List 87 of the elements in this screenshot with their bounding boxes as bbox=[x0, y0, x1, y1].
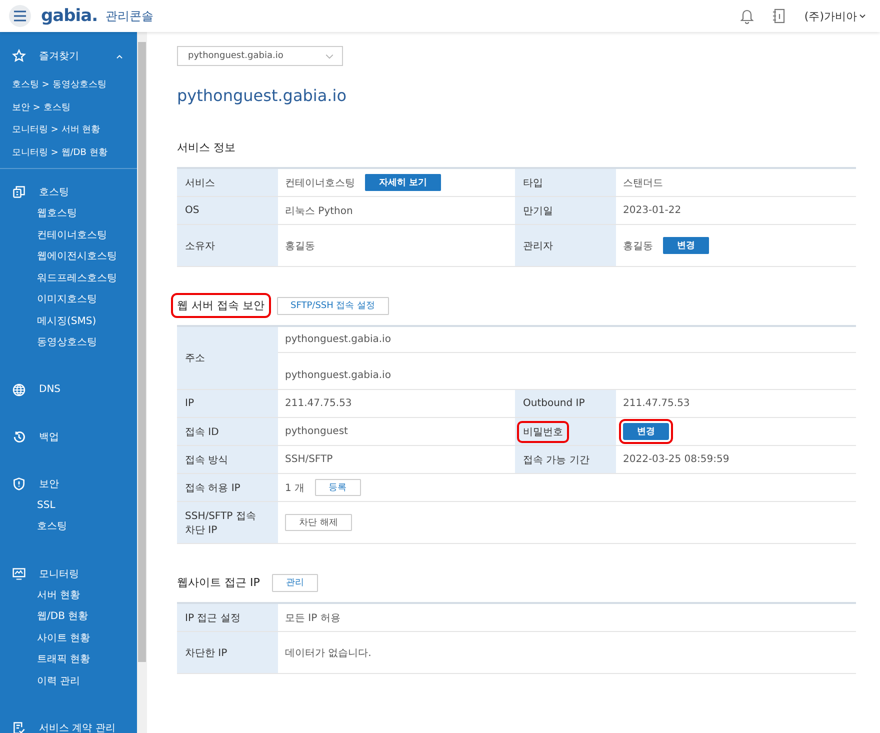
sidebar-item[interactable]: 동영상호스팅 bbox=[0, 332, 137, 354]
action-button[interactable]: 자세히 보기 bbox=[365, 174, 442, 191]
value-text: pythonguest bbox=[285, 426, 348, 437]
globe-icon bbox=[12, 382, 26, 396]
value-text: 홍길동 bbox=[623, 240, 653, 252]
sidebar-item[interactable]: 웹호스팅 bbox=[0, 203, 137, 224]
account-menu[interactable]: (주)가비아 bbox=[804, 8, 866, 24]
field-label: 접속 방식 bbox=[184, 454, 230, 468]
value-text: 2022-03-25 08:59:59 bbox=[623, 454, 730, 465]
field-label: 비밀번호 bbox=[517, 420, 569, 442]
caret-icon[interactable] bbox=[116, 54, 123, 58]
sidebar-item[interactable]: 워드프레스호스팅 bbox=[0, 268, 137, 289]
sidebar-heading[interactable]: DNS bbox=[39, 384, 61, 395]
sidebar-heading[interactable]: 보안 bbox=[39, 476, 59, 490]
scrollbar[interactable] bbox=[137, 32, 147, 733]
field-label: 접속 가능 기간 bbox=[522, 454, 590, 468]
sidebar-heading[interactable]: 호스팅 bbox=[39, 185, 69, 199]
domain-dropdown[interactable]: pythonguest.gabia.io bbox=[177, 46, 343, 66]
action-button[interactable]: 차단 해제 bbox=[285, 514, 352, 531]
sidebar-heading[interactable]: 백업 bbox=[39, 430, 59, 444]
value-text: 1 개 bbox=[285, 482, 305, 494]
sidebar-item[interactable]: 이력 관리 bbox=[0, 670, 137, 692]
action-button[interactable]: 변경 bbox=[663, 237, 709, 254]
field-label: 접속 허용 IP bbox=[184, 482, 242, 496]
value-text: 홍길동 bbox=[285, 240, 315, 252]
field-label: SSH/SFTP 접속 차단 IP bbox=[184, 510, 257, 538]
monitor-icon bbox=[12, 566, 26, 580]
field-label: 소유자 bbox=[184, 240, 216, 254]
value-text: 모든 IP 허용 bbox=[285, 612, 340, 624]
value-text: 컨테이너호스팅 bbox=[285, 176, 355, 190]
notes-icon[interactable] bbox=[772, 8, 786, 24]
field-label: 접속 ID bbox=[184, 426, 220, 440]
menu-button[interactable] bbox=[9, 5, 31, 27]
field-label: OS bbox=[184, 204, 200, 218]
sidebar-item[interactable]: 메시징(SMS) bbox=[0, 310, 137, 332]
sidebar-item[interactable]: 모니터링 > 웹/DB 현황 bbox=[0, 142, 137, 164]
field-label: 만기일 bbox=[522, 204, 554, 218]
star-icon bbox=[12, 49, 26, 63]
sidebar-item[interactable]: 호스팅 > 동영상호스팅 bbox=[0, 74, 137, 96]
value-text: 리눅스 Python bbox=[285, 204, 353, 218]
value-text: 211.47.75.53 bbox=[623, 398, 690, 409]
field-label: 서비스 bbox=[184, 176, 216, 190]
value-text: 스탠더드 bbox=[623, 176, 663, 190]
checked-document-icon bbox=[12, 721, 26, 733]
field-label: Outbound IP bbox=[522, 397, 586, 411]
sidebar-item[interactable]: 서버 현황 bbox=[0, 584, 137, 606]
sidebar-item[interactable]: SSL bbox=[0, 494, 137, 516]
sidebar-heading[interactable]: 모니터링 bbox=[39, 566, 79, 580]
field-label: 관리자 bbox=[522, 240, 554, 254]
field-label: 차단한 IP bbox=[184, 646, 228, 660]
value-text: pythonguest.gabia.io bbox=[278, 327, 856, 353]
sidebar-heading[interactable]: 서비스 계약 관리 bbox=[39, 721, 116, 733]
value-text: pythonguest.gabia.io bbox=[284, 369, 392, 383]
field-label: IP 접근 설정 bbox=[184, 612, 242, 626]
history-icon bbox=[12, 430, 26, 444]
page-heading: pythonguest.gabia.io bbox=[177, 86, 348, 105]
section-title: 웹사이트 접근 IP bbox=[176, 575, 261, 591]
value-text: 데이터가 없습니다. bbox=[285, 646, 372, 660]
stacked-pages-icon bbox=[12, 185, 26, 199]
sidebar-item[interactable]: 웹에이전시호스팅 bbox=[0, 246, 137, 268]
sidebar-item[interactable]: 모니터링 > 서버 현황 bbox=[0, 119, 137, 142]
sidebar-item[interactable]: 사이트 현황 bbox=[0, 628, 137, 649]
logo[interactable]: gabia. bbox=[41, 6, 98, 26]
chevron-down-icon bbox=[859, 14, 866, 18]
sidebar-item[interactable]: 트래픽 현황 bbox=[0, 649, 137, 670]
section-title: 웹 서버 접속 보안 bbox=[171, 293, 270, 318]
sidebar-item[interactable]: 이미지호스팅 bbox=[0, 289, 137, 310]
field-label: IP bbox=[184, 397, 195, 411]
section-title: 서비스 정보 bbox=[176, 140, 236, 156]
action-button[interactable]: 관리 bbox=[272, 574, 318, 592]
menu-icon bbox=[13, 10, 27, 22]
sidebar-heading[interactable]: 즐겨찾기 bbox=[39, 49, 79, 63]
action-button[interactable]: SFTP/SSH 접속 설정 bbox=[276, 296, 390, 314]
value-text: SSH/SFTP bbox=[285, 454, 333, 465]
bell-icon[interactable] bbox=[740, 8, 754, 24]
action-button[interactable]: 등록 bbox=[314, 479, 361, 496]
sidebar-item[interactable]: 호스팅 bbox=[0, 516, 137, 538]
sidebar-item[interactable]: 컨테이너호스팅 bbox=[0, 224, 137, 246]
sidebar-item[interactable]: 웹/DB 현황 bbox=[0, 606, 137, 628]
sidebar-item[interactable]: 보안 > 호스팅 bbox=[0, 96, 137, 119]
field-label: 주소 bbox=[184, 352, 206, 366]
value-text: 211.47.75.53 bbox=[285, 398, 352, 409]
shield-icon bbox=[12, 476, 26, 490]
chevron-down-icon bbox=[325, 54, 334, 58]
field-label: 타입 bbox=[522, 176, 544, 190]
app-title: 관리콘솔 bbox=[106, 8, 154, 24]
value-text: 2023-01-22 bbox=[623, 205, 682, 216]
